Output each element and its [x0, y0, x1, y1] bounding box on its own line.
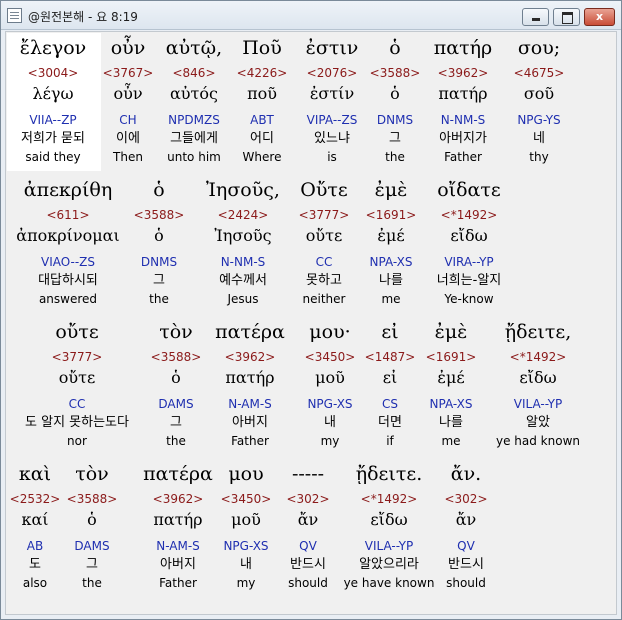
english-gloss: ye had known — [495, 434, 580, 448]
app-icon — [7, 8, 22, 23]
greek-word[interactable]: οἴδατε — [389, 177, 549, 203]
lemma-word: σοῦ — [523, 84, 555, 103]
title-bar[interactable]: @원전본해 - 요 8:19 x — [1, 1, 621, 30]
strongs-number[interactable]: <*1492> — [389, 207, 549, 223]
morphology-code: VILA--YP — [513, 397, 563, 411]
strongs-number[interactable]: <302> — [386, 491, 546, 507]
interlinear-panel: ἔλεγον <3004> λέγω VIIA--ZP 저희가 묻되 said they ο… — [5, 31, 617, 615]
greek-word[interactable]: σου; — [459, 35, 619, 61]
lemma-word: εἴδω — [450, 226, 488, 245]
korean-gloss: 알았 — [526, 415, 550, 430]
window-title: @원전본해 - 요 8:19 — [28, 10, 138, 24]
korean-gloss: 반드시 — [448, 557, 484, 572]
morphology-code: NPG-YS — [517, 113, 561, 127]
korean-gloss: 너희는-알지 — [436, 273, 502, 288]
close-button[interactable]: x — [584, 8, 615, 26]
strongs-number[interactable]: <4675> — [459, 65, 619, 81]
english-gloss: Ye-know — [444, 292, 494, 306]
greek-word[interactable]: ᾔδειτε, — [458, 319, 618, 345]
app-window: @원전본해 - 요 8:19 x ἔλεγον <3004> λέγω VIIA--Z… — [0, 0, 622, 620]
morphology-code: VIRA--YP — [444, 255, 494, 269]
english-gloss: should — [446, 576, 486, 590]
korean-gloss: 네 — [533, 131, 545, 146]
strongs-number[interactable]: <*1492> — [458, 349, 618, 365]
minimize-button[interactable] — [522, 8, 549, 26]
greek-word[interactable]: ἄν. — [386, 461, 546, 487]
morphology-code: QV — [457, 539, 475, 553]
lemma-word: εἴδω — [519, 368, 557, 387]
english-gloss: thy — [529, 150, 549, 164]
lemma-word: ἄν — [455, 510, 477, 529]
maximize-button[interactable] — [553, 8, 580, 26]
